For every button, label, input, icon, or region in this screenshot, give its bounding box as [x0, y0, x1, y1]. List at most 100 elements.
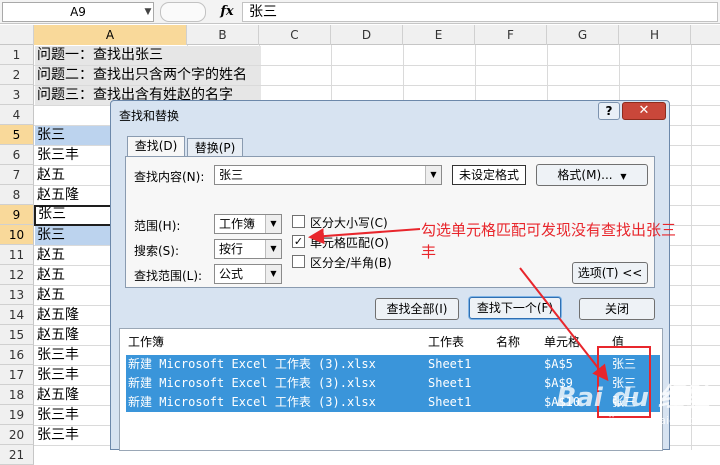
column-header[interactable]: A	[34, 25, 187, 45]
cell[interactable]: 张三丰	[35, 366, 79, 385]
format-button-label: 格式(M)...	[557, 168, 613, 182]
row-header[interactable]: 1	[0, 45, 34, 65]
results-header-cell[interactable]: 单元格	[544, 333, 580, 350]
row-header[interactable]: 16	[0, 345, 34, 365]
chevron-down-icon[interactable]: ▼	[265, 265, 281, 283]
row-header[interactable]: 4	[0, 105, 34, 125]
find-what-input[interactable]: 张三 ▼	[214, 165, 442, 185]
chevron-down-icon[interactable]: ▼	[141, 2, 155, 22]
result-book: 新建 Microsoft Excel 工作表 (3).xlsx	[128, 395, 376, 409]
result-book: 新建 Microsoft Excel 工作表 (3).xlsx	[128, 376, 376, 390]
column-header[interactable]: G	[547, 25, 619, 45]
look-in-label: 查找范围(L):	[134, 269, 203, 283]
result-cell: $A$5	[544, 357, 573, 371]
match-case-label: 区分大小写(C)	[310, 216, 388, 230]
cell[interactable]: 赵五	[35, 166, 65, 185]
row-header[interactable]: 15	[0, 325, 34, 345]
cell[interactable]: 张三丰	[35, 346, 79, 365]
dialog-title: 查找和替换	[119, 109, 180, 123]
cell[interactable]: 赵五隆	[35, 186, 79, 205]
chevron-down-icon[interactable]: ▼	[265, 240, 281, 258]
cell[interactable]: 赵五隆	[35, 306, 79, 325]
row-header[interactable]: 19	[0, 405, 34, 425]
find-all-button[interactable]: 查找全部(I)	[375, 298, 459, 320]
cell[interactable]: 问题一：查找出张三	[35, 46, 261, 65]
search-value: 按行	[219, 242, 244, 256]
column-header[interactable]: E	[403, 25, 475, 45]
find-next-button[interactable]: 查找下一个(F)	[469, 297, 561, 319]
row-header[interactable]: 2	[0, 65, 34, 85]
chevron-down-icon[interactable]: ▼	[265, 215, 281, 233]
match-width-label: 区分全/半角(B)	[310, 256, 392, 270]
name-box[interactable]: A9	[2, 2, 154, 22]
row-header[interactable]: 8	[0, 185, 34, 205]
row-header[interactable]: 18	[0, 385, 34, 405]
find-what-label: 查找内容(N):	[134, 170, 205, 184]
results-header-sheet[interactable]: 工作表	[428, 333, 464, 350]
look-in-select[interactable]: 公式 ▼	[214, 264, 282, 284]
result-row[interactable]: 新建 Microsoft Excel 工作表 (3).xlsx Sheet1 $…	[126, 355, 660, 374]
formula-bar: A9 ▼ fx 张三	[0, 0, 720, 24]
search-select[interactable]: 按行 ▼	[214, 239, 282, 259]
column-header-row: A B C D E F G H	[0, 25, 720, 45]
help-button[interactable]: ?	[598, 102, 620, 120]
tab-replace[interactable]: 替换(P)	[187, 138, 243, 158]
search-label: 搜索(S):	[134, 244, 180, 258]
look-in-value: 公式	[219, 267, 244, 281]
row-header[interactable]: 10	[0, 225, 34, 245]
within-label: 范围(H):	[134, 219, 181, 233]
row-header[interactable]: 9	[0, 205, 34, 225]
tab-find[interactable]: 查找(D)	[127, 136, 185, 158]
close-button[interactable]: 关闭	[579, 298, 655, 320]
row-header[interactable]: 5	[0, 125, 34, 145]
results-header-book[interactable]: 工作簿	[128, 333, 164, 350]
match-entire-cell-label: 单元格匹配(O)	[310, 236, 389, 250]
cell[interactable]: 赵五隆	[35, 326, 79, 345]
format-button[interactable]: 格式(M)... ▼	[536, 164, 648, 186]
column-header[interactable]: D	[331, 25, 403, 45]
row-header[interactable]: 7	[0, 165, 34, 185]
match-case-checkbox[interactable]	[292, 215, 305, 228]
within-select[interactable]: 工作簿 ▼	[214, 214, 282, 234]
row-header[interactable]: 11	[0, 245, 34, 265]
result-sheet: Sheet1	[428, 357, 472, 371]
watermark-logo: Bai du 经验	[556, 383, 711, 413]
row-header[interactable]: 20	[0, 425, 34, 445]
cell[interactable]: 张三丰	[35, 406, 79, 425]
cell[interactable]: 赵五	[35, 246, 65, 265]
fx-icon[interactable]: fx	[214, 2, 240, 22]
match-entire-cell-checkbox[interactable]: ✓	[292, 235, 305, 248]
results-header-name[interactable]: 名称	[496, 333, 520, 350]
close-icon[interactable]: ✕	[622, 102, 666, 120]
result-sheet: Sheet1	[428, 395, 472, 409]
cell[interactable]: 张三丰	[35, 426, 79, 445]
formula-input[interactable]: 张三	[242, 2, 718, 22]
row-header[interactable]: 21	[0, 445, 34, 465]
row-header[interactable]: 12	[0, 265, 34, 285]
row-header[interactable]: 3	[0, 85, 34, 105]
cell[interactable]: 问题二：查找出只含两个字的姓名	[35, 66, 261, 85]
chevron-down-icon: ▼	[620, 172, 627, 181]
options-button[interactable]: 选项(T) <<	[572, 262, 648, 284]
watermark: Bai du 经验 jingyan.baidu.com	[548, 382, 718, 442]
find-what-value: 张三	[219, 168, 244, 182]
cell[interactable]: 赵五隆	[35, 386, 79, 405]
watermark-url: jingyan.baidu.com	[608, 414, 710, 427]
cell[interactable]: 赵五	[35, 266, 65, 285]
column-header[interactable]: C	[259, 25, 331, 45]
row-header[interactable]: 17	[0, 365, 34, 385]
row-header[interactable]: 13	[0, 285, 34, 305]
cell[interactable]: 张三丰	[35, 146, 79, 165]
match-width-checkbox[interactable]	[292, 255, 305, 268]
column-header[interactable]: B	[187, 25, 259, 45]
column-header[interactable]: F	[475, 25, 547, 45]
row-header[interactable]: 14	[0, 305, 34, 325]
cell[interactable]: 赵五	[35, 286, 65, 305]
select-all-corner[interactable]	[0, 25, 34, 45]
column-header[interactable]: H	[619, 25, 691, 45]
chevron-down-icon[interactable]: ▼	[425, 166, 441, 184]
result-sheet: Sheet1	[428, 376, 472, 390]
formula-toolbar-buttons[interactable]	[160, 2, 206, 22]
row-header[interactable]: 6	[0, 145, 34, 165]
annotation-text: 勾选单元格匹配可发现没有查找出张三丰	[421, 221, 677, 261]
